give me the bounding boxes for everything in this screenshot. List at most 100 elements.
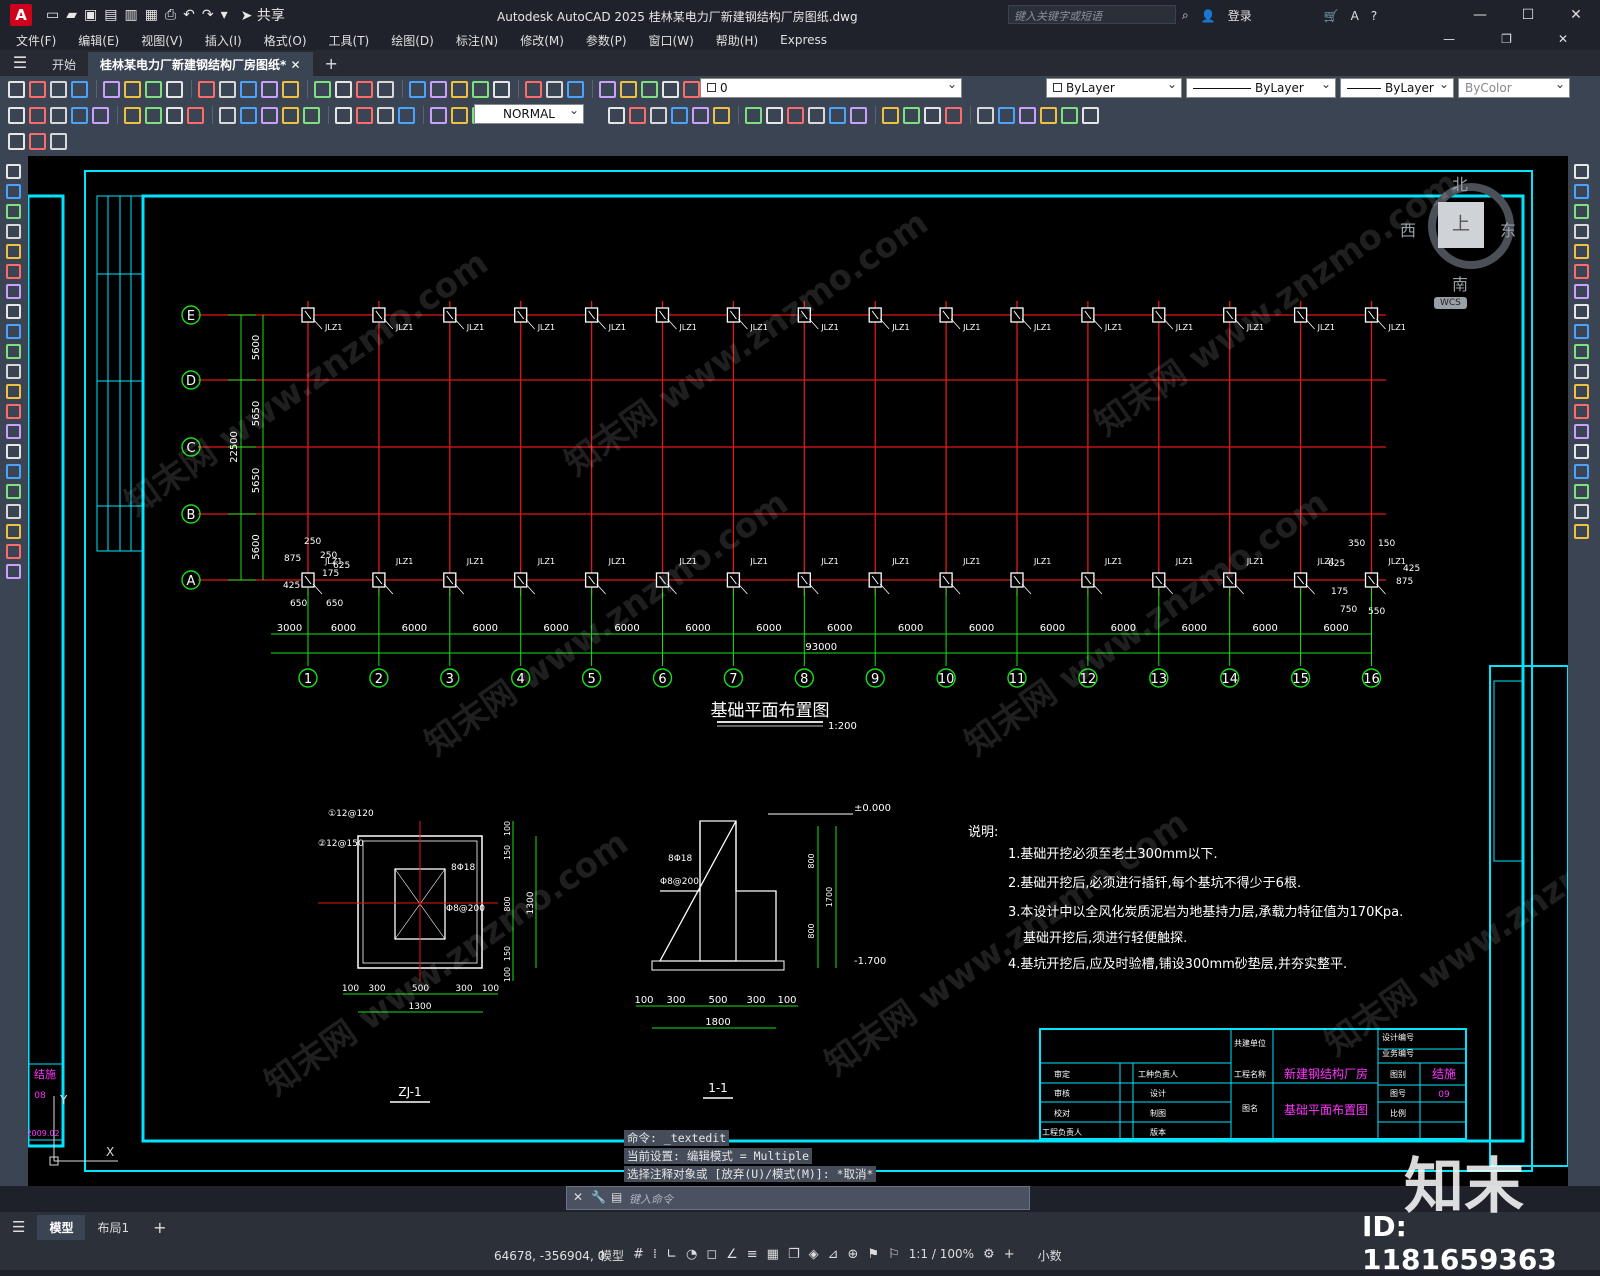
tool-button-icon[interactable] — [1574, 184, 1589, 199]
tool-button-icon[interactable] — [261, 106, 278, 124]
dynamic-ucs-icon[interactable]: ⊿ — [828, 1247, 839, 1264]
tool-button-icon[interactable] — [219, 106, 236, 124]
tool-button-icon[interactable] — [6, 264, 21, 279]
drawing-canvas[interactable]: E D C B A 1 JLZ1 JLZ1 2 JLZ1 JLZ1 3 JLZ1 JLZ1 4 JLZ1 JLZ… — [28, 156, 1568, 1186]
doc-close-button[interactable]: ✕ — [1558, 32, 1568, 46]
close-button[interactable]: ✕ — [1552, 0, 1600, 30]
tool-button-icon[interactable] — [92, 106, 109, 124]
menu-tools[interactable]: 工具(T) — [329, 32, 370, 49]
tool-button-icon[interactable] — [1574, 304, 1589, 319]
tool-button-icon[interactable] — [671, 106, 688, 124]
search-input[interactable]: 键入关键字或短语 — [1008, 5, 1176, 24]
menu-window[interactable]: 窗口(W) — [649, 32, 694, 49]
workspace-gear-icon[interactable]: ⚙ — [983, 1247, 995, 1264]
menu-parametric[interactable]: 参数(P) — [586, 32, 627, 49]
3d-osnap-icon[interactable]: ◈ — [809, 1247, 819, 1264]
annotation-visibility-icon[interactable]: ⚑ — [867, 1247, 879, 1264]
tool-button-icon[interactable] — [1574, 444, 1589, 459]
tool-button-icon[interactable] — [8, 106, 25, 124]
linetype-dropdown[interactable]: ByLayer — [1186, 77, 1336, 98]
tool-button-icon[interactable] — [599, 80, 616, 98]
tool-button-icon[interactable] — [398, 106, 415, 124]
viewcube[interactable]: 上 北 南 东 西 WCS — [1400, 171, 1536, 321]
tool-button-icon[interactable] — [1574, 344, 1589, 359]
tool-button-icon[interactable] — [6, 364, 21, 379]
tool-button-icon[interactable] — [261, 80, 278, 98]
tool-button-icon[interactable] — [1082, 106, 1099, 124]
undo-icon[interactable]: ↶ — [183, 7, 195, 23]
wcs-menu[interactable]: WCS — [1434, 297, 1467, 309]
tool-button-icon[interactable] — [1574, 244, 1589, 259]
save-icon[interactable]: ▣ — [84, 7, 97, 23]
tool-button-icon[interactable] — [829, 106, 846, 124]
cmd-recent-icon[interactable]: ▤ — [611, 1190, 622, 1204]
tool-button-icon[interactable] — [1574, 404, 1589, 419]
cart-icon[interactable]: 🛒 — [1324, 9, 1339, 23]
command-line[interactable]: ✕ 🔧 ▤ 键入命令 — [566, 1186, 1030, 1210]
help-icon[interactable]: ? — [1371, 9, 1377, 23]
tool-button-icon[interactable] — [629, 106, 646, 124]
plot-icon[interactable]: ⎙ — [165, 7, 176, 23]
tool-button-icon[interactable] — [6, 324, 21, 339]
compass-east-label[interactable]: 东 — [1500, 217, 1516, 241]
tool-button-icon[interactable] — [903, 106, 920, 124]
tool-button-icon[interactable] — [1574, 224, 1589, 239]
tool-button-icon[interactable] — [377, 106, 394, 124]
tool-button-icon[interactable] — [945, 106, 962, 124]
lineweight-icon[interactable]: ≡ — [747, 1247, 758, 1264]
tool-button-icon[interactable] — [6, 284, 21, 299]
cmd-customize-icon[interactable]: 🔧 — [591, 1190, 606, 1204]
tool-button-icon[interactable] — [124, 106, 141, 124]
login-link[interactable]: 登录 — [1228, 7, 1252, 24]
grid-icon[interactable]: # — [633, 1247, 644, 1264]
annotation-scale[interactable]: 1:1 / 100% — [909, 1247, 974, 1264]
menu-edit[interactable]: 编辑(E) — [78, 32, 119, 49]
tool-button-icon[interactable] — [1574, 284, 1589, 299]
new-file-icon[interactable]: ▭ — [46, 7, 59, 23]
save-web-icon[interactable]: ▦ — [145, 7, 158, 23]
transparency-icon[interactable]: ▦ — [767, 1247, 779, 1264]
compass-north-label[interactable]: 北 — [1452, 171, 1468, 195]
tool-button-icon[interactable] — [6, 384, 21, 399]
tool-button-icon[interactable] — [124, 80, 141, 98]
tool-button-icon[interactable] — [662, 80, 679, 98]
doc-minimize-button[interactable]: — — [1443, 32, 1455, 46]
lineweight-dropdown[interactable]: ByLayer — [1340, 77, 1454, 98]
tool-button-icon[interactable] — [1574, 464, 1589, 479]
tool-button-icon[interactable] — [8, 132, 25, 150]
tool-button-icon[interactable] — [103, 80, 120, 98]
coordinate-readout[interactable]: 64678, -356904, 0 — [494, 1249, 605, 1263]
tool-button-icon[interactable] — [1574, 264, 1589, 279]
units-dropdown[interactable]: 小数 — [1038, 1247, 1062, 1264]
maximize-button[interactable]: ☐ — [1504, 0, 1552, 30]
menu-view[interactable]: 视图(V) — [141, 32, 183, 49]
tool-button-icon[interactable] — [6, 424, 21, 439]
tab-layout1[interactable]: 布局1 — [85, 1215, 141, 1240]
tab-drawing[interactable]: 桂林某电力厂新建钢结构厂房图纸* ✕ — [88, 52, 313, 76]
tool-button-icon[interactable] — [6, 244, 21, 259]
tool-button-icon[interactable] — [166, 80, 183, 98]
tool-button-icon[interactable] — [335, 106, 352, 124]
polar-icon[interactable]: ◔ — [686, 1247, 697, 1264]
gizmo-icon[interactable]: ⊕ — [848, 1247, 859, 1264]
autodesk-app-icon[interactable]: A — [1351, 9, 1359, 23]
tool-button-icon[interactable] — [335, 80, 352, 98]
annotation-monitor-icon[interactable]: + — [1004, 1247, 1015, 1264]
minimize-button[interactable]: — — [1456, 0, 1504, 30]
tool-button-icon[interactable] — [766, 106, 783, 124]
tool-button-icon[interactable] — [608, 106, 625, 124]
tool-button-icon[interactable] — [713, 106, 730, 124]
tool-button-icon[interactable] — [29, 106, 46, 124]
snap-icon[interactable]: ⁞ — [653, 1247, 657, 1264]
color-dropdown[interactable]: ByLayer — [1046, 77, 1182, 98]
tool-button-icon[interactable] — [6, 344, 21, 359]
selection-cycling-icon[interactable]: ❐ — [788, 1247, 800, 1264]
tool-button-icon[interactable] — [29, 132, 46, 150]
menu-format[interactable]: 格式(O) — [264, 32, 307, 49]
tool-button-icon[interactable] — [6, 304, 21, 319]
tool-button-icon[interactable] — [1574, 484, 1589, 499]
share-button[interactable]: ➤ 共享 — [241, 5, 285, 25]
layer-dropdown[interactable]: 0 — [700, 77, 962, 98]
tool-button-icon[interactable] — [882, 106, 899, 124]
menu-express[interactable]: Express — [780, 33, 827, 47]
